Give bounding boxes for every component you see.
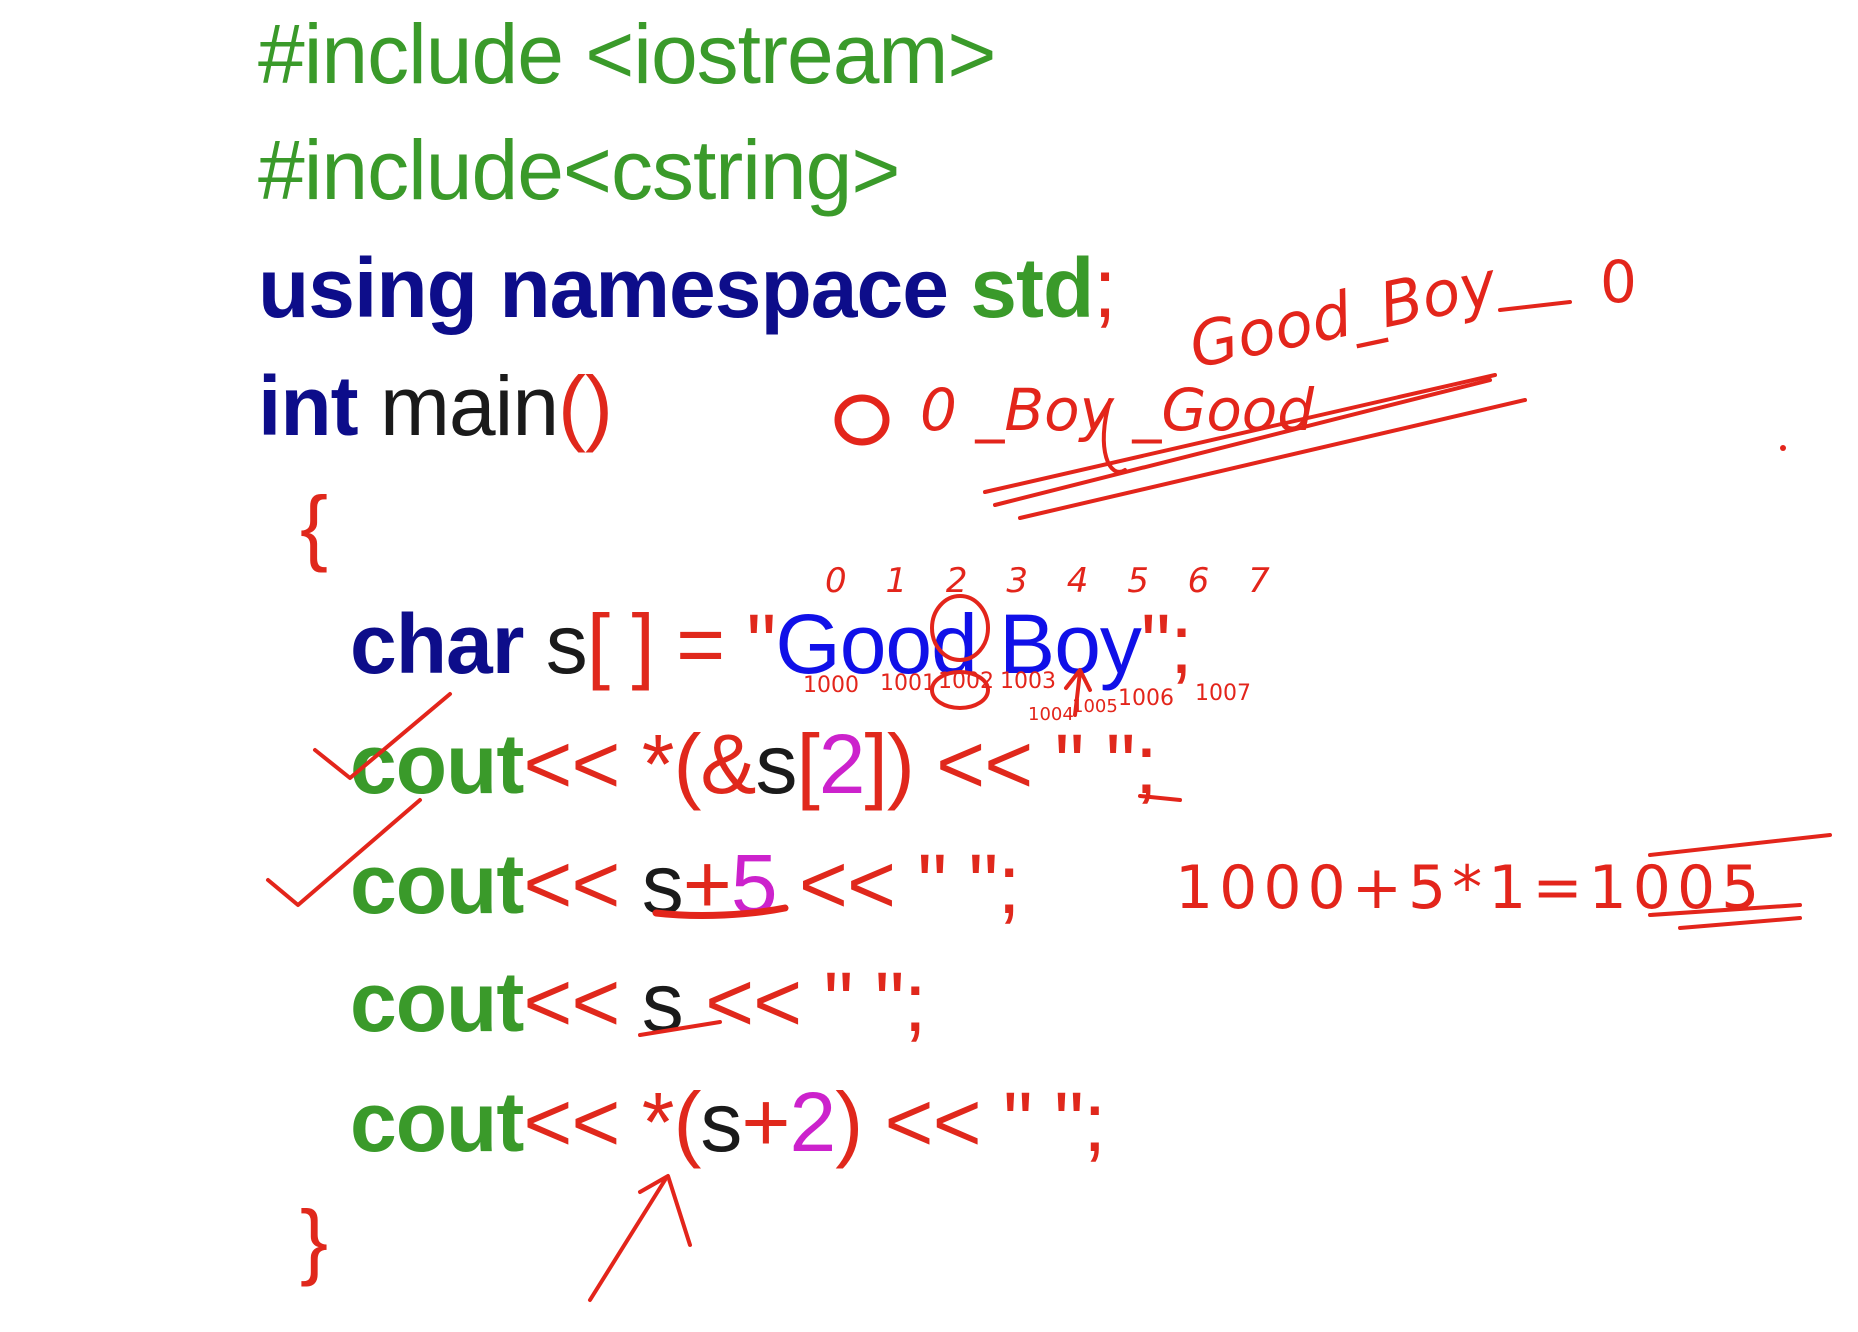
cout-string-line: cout<< s << " "; — [350, 960, 927, 1044]
close-brace: } — [300, 1193, 328, 1287]
s-identifier: s — [755, 717, 797, 811]
plus-operator: + — [682, 837, 732, 931]
offset-number: 2 — [789, 1075, 836, 1169]
address-label: 1005 — [1072, 696, 1118, 717]
semicolon: ; — [1169, 597, 1193, 691]
cout-deref-offset-line: cout<< *(s+2) << " "; — [350, 1080, 1106, 1164]
semicolon: ; — [997, 837, 1020, 931]
stream-operator: << — [523, 955, 642, 1049]
code-slide: #include <iostream> #include<cstring> us… — [0, 0, 1858, 1332]
stream-operator: << — [913, 717, 1055, 811]
strike-line-2 — [993, 378, 1492, 507]
space-literal: " " — [823, 955, 905, 1049]
semicolon: ; — [1093, 241, 1116, 335]
cout-keyword: cout — [350, 717, 524, 811]
stream-operator: << — [862, 1075, 1003, 1169]
semicolon: ; — [1082, 1075, 1106, 1169]
strike-line-1 — [983, 373, 1497, 494]
reversed-string-annotation: 0 _Boy _Good — [834, 376, 1315, 474]
dash-stroke — [1498, 300, 1572, 312]
main-identifier: main — [357, 359, 559, 453]
char-keyword: char — [350, 597, 524, 691]
open-quote: " — [746, 597, 777, 691]
stream-operator: << *(& — [523, 717, 756, 811]
string-literal: Good Boy — [775, 597, 1142, 691]
assign-operator: = — [653, 597, 747, 691]
close-quote: " — [1140, 597, 1171, 691]
cout-keyword: cout — [350, 955, 524, 1049]
include-iostream-line: #include <iostream> — [258, 7, 996, 101]
cout-deref-address-line: cout<< *(&s[2]) << " "; — [350, 722, 1158, 806]
terminator-text: 0 — [1600, 248, 1637, 316]
null-terminator-circle — [834, 394, 890, 446]
stream-operator: << *( — [523, 1075, 701, 1169]
open-bracket: [ — [796, 717, 819, 811]
s-identifier: s — [523, 597, 588, 691]
phrase-text: Good_Boy — [1183, 246, 1504, 382]
calc-underline-2 — [1678, 916, 1802, 930]
s-identifier: s — [641, 837, 684, 931]
include-cstring-line: #include<cstring> — [258, 123, 900, 217]
calc-overline — [1648, 833, 1832, 857]
cout-keyword: cout — [350, 1075, 524, 1169]
space-literal: " " — [1002, 1075, 1084, 1169]
calc-underline-1 — [1648, 903, 1802, 917]
close-bracket-paren: ]) — [864, 717, 915, 811]
stream-operator: << — [776, 837, 918, 931]
semicolon: ; — [903, 955, 927, 1049]
plus-operator: + — [741, 1075, 790, 1169]
strike-line-3 — [1018, 398, 1527, 520]
using-namespace-keyword: using namespace — [258, 241, 949, 335]
deref-arrowhead — [638, 1174, 692, 1247]
main-signature-line: int main() — [258, 364, 613, 448]
ink-dot — [1780, 445, 1786, 451]
deref-arrow-stem — [588, 1178, 667, 1302]
space-literal: " " — [1054, 717, 1136, 811]
array-brackets: [ ] — [586, 597, 655, 691]
parentheses: () — [558, 359, 613, 453]
open-brace: { — [300, 479, 328, 573]
index-number: 2 — [818, 717, 866, 811]
address-label: 1007 — [1195, 681, 1251, 706]
s-identifier: s — [700, 1075, 742, 1169]
cout-pointer-offset-line: cout<< s+5 << " "; — [350, 842, 1021, 926]
semicolon: ; — [1134, 717, 1158, 811]
space-literal: " " — [917, 837, 998, 931]
char-array-declaration-line: char s[ ] = "Good Boy"; — [350, 602, 1193, 686]
int-keyword: int — [258, 359, 359, 453]
using-namespace-line: using namespace std; — [258, 246, 1117, 330]
g-tail-stroke — [1101, 398, 1127, 474]
stream-operator: << — [523, 837, 642, 931]
reversed-phrase-text: 0 _Boy _Good — [920, 376, 1315, 444]
address-calculation-text: 1000+5*1=1005 — [1175, 853, 1765, 923]
std-identifier: std — [970, 241, 1094, 335]
index-row: 0 1 2 3 4 5 6 7 — [825, 561, 1284, 601]
close-paren: ) — [835, 1075, 863, 1169]
cout-keyword: cout — [350, 837, 524, 931]
offset-number: 5 — [730, 837, 778, 931]
s-identifier: s — [641, 955, 684, 1049]
stream-operator: << — [682, 955, 824, 1049]
